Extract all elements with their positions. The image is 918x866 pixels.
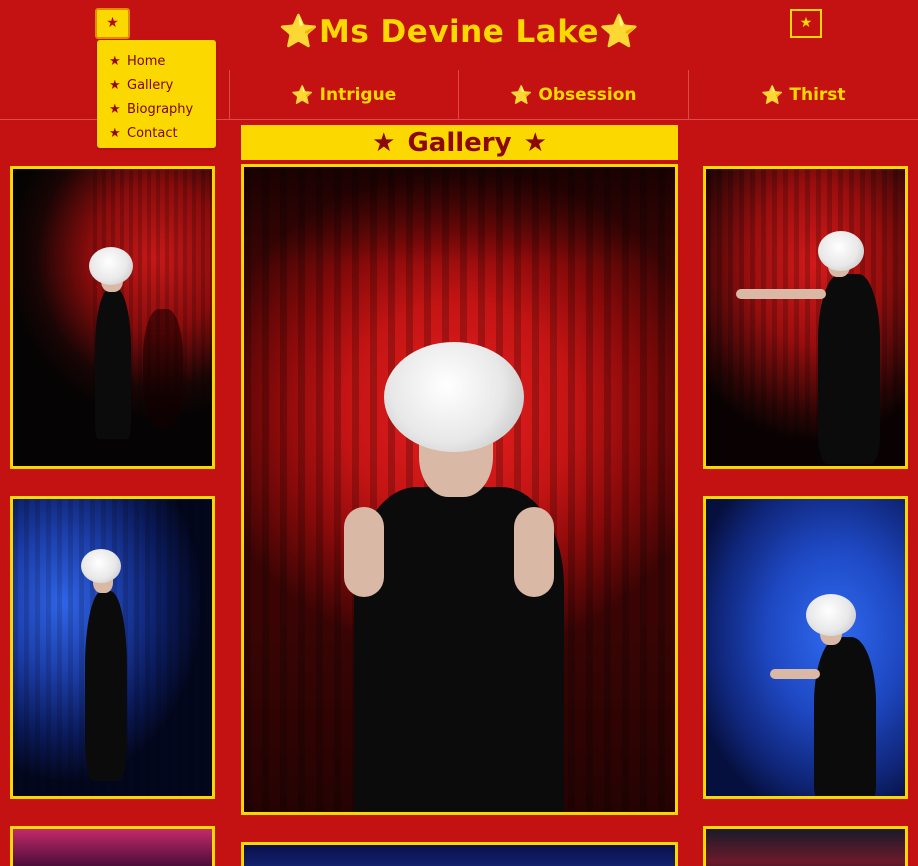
gallery-heading-text: Gallery [407, 127, 512, 158]
gallery-heading: ★ Gallery ★ [241, 125, 678, 160]
dropdown-menu: ★ Home ★ Gallery ★ Biography ★ Contact [97, 40, 216, 148]
star-icon: ⭐ [599, 12, 640, 50]
nav-item-label: Obsession [538, 85, 637, 105]
star-icon: ★ [109, 53, 121, 69]
gallery-photo-featured[interactable] [241, 164, 678, 815]
dropdown-item-contact[interactable]: ★ Contact [97, 121, 216, 145]
nav-item-thirst[interactable]: ⭐ Thirst [689, 70, 918, 120]
star-icon: ★ [109, 77, 121, 93]
nav-item-label: Intrigue [319, 85, 397, 105]
dropdown-item-gallery[interactable]: ★ Gallery [97, 73, 216, 97]
site-title-text: Ms Devine Lake [318, 14, 600, 50]
gallery-photo[interactable] [703, 166, 908, 469]
dropdown-item-home[interactable]: ★ Home [97, 49, 216, 73]
gallery-photo[interactable] [703, 496, 908, 799]
nav-item-intrigue[interactable]: ⭐ Intrigue [230, 70, 459, 120]
star-icon: ★ [109, 101, 121, 117]
gallery-photo[interactable] [10, 166, 215, 469]
star-icon: ★ [109, 125, 121, 141]
star-icon: ★ [106, 15, 119, 31]
star-icon: ★ [372, 127, 396, 158]
menu-toggle-button[interactable]: ★ [95, 8, 130, 39]
star-icon: ⭐ [278, 12, 319, 50]
dropdown-item-biography[interactable]: ★ Biography [97, 97, 216, 121]
star-icon: ⭐ [509, 84, 533, 106]
nav-item-label: Thirst [789, 85, 846, 105]
gallery-photo[interactable] [10, 826, 215, 866]
gallery-photo[interactable] [10, 496, 215, 799]
menu-toggle-button-right[interactable]: ★ [790, 9, 822, 38]
nav-item-obsession[interactable]: ⭐ Obsession [459, 70, 689, 120]
dropdown-item-label: Home [127, 53, 166, 69]
dropdown-item-label: Contact [127, 125, 178, 141]
star-icon: ⭐ [760, 84, 784, 106]
star-icon: ★ [523, 127, 547, 158]
gallery-photo[interactable] [241, 842, 678, 866]
star-icon: ⭐ [291, 84, 314, 106]
dropdown-item-label: Gallery [127, 77, 174, 93]
star-icon: ★ [799, 15, 813, 31]
dropdown-item-label: Biography [127, 101, 194, 117]
gallery-photo[interactable] [703, 826, 908, 866]
